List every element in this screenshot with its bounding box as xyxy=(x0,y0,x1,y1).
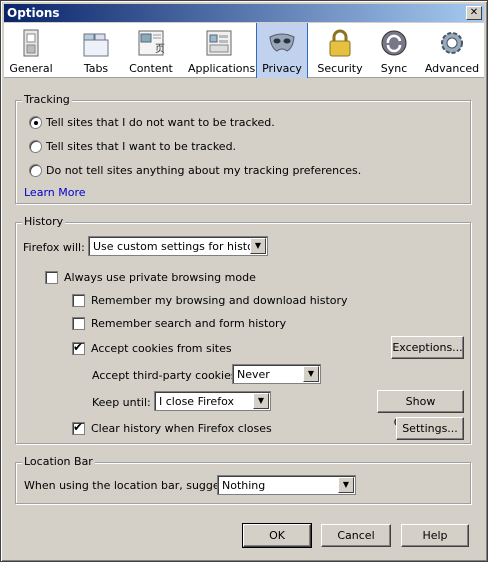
third-party-value: Never xyxy=(237,368,270,381)
learn-more-link[interactable]: Learn More xyxy=(24,186,86,199)
radio-dot xyxy=(34,121,38,125)
ok-button[interactable]: OK xyxy=(242,523,312,548)
radio-no-preference[interactable] xyxy=(29,164,42,177)
tab-applications-label: Applications xyxy=(188,62,256,75)
title-bar[interactable]: Options ✕ xyxy=(4,4,484,22)
applications-icon xyxy=(206,30,232,56)
radio-no-preference-label[interactable]: Do not tell sites anything about my trac… xyxy=(46,164,361,177)
tab-advanced-label: Advanced xyxy=(424,62,480,75)
security-icon xyxy=(329,29,351,57)
history-legend: History xyxy=(22,215,66,228)
tab-advanced[interactable]: Advanced xyxy=(424,23,480,78)
tab-sync[interactable]: Sync xyxy=(374,23,414,78)
tab-security-label: Security xyxy=(317,62,363,75)
suggest-select[interactable]: Nothing ▼ xyxy=(217,475,356,495)
checkmark-icon: ✔ xyxy=(73,340,84,354)
keep-until-label: Keep until: xyxy=(92,396,151,409)
cancel-button[interactable]: Cancel xyxy=(321,524,391,547)
clear-history-label[interactable]: Clear history when Firefox closes xyxy=(91,422,272,435)
settings-button[interactable]: Settings... xyxy=(396,417,464,440)
general-icon xyxy=(23,29,39,57)
accept-cookies-checkbox[interactable]: ✔ xyxy=(72,340,85,355)
show-cookies-button[interactable]: Show Cookies... xyxy=(377,390,464,429)
tabs-icon xyxy=(83,33,109,57)
tab-privacy[interactable]: Privacy xyxy=(256,23,308,78)
tab-sync-label: Sync xyxy=(380,62,408,75)
tab-general[interactable]: General xyxy=(8,23,54,78)
keep-until-value: I close Firefox xyxy=(159,395,234,408)
privacy-icon xyxy=(269,33,295,52)
chevron-down-icon[interactable]: ▼ xyxy=(338,477,354,493)
firefox-will-value: Use custom settings for history xyxy=(93,240,265,253)
accept-cookies-label[interactable]: Accept cookies from sites xyxy=(91,342,232,355)
options-window: Options ✕ General Tabs 页 Content Applica… xyxy=(0,0,488,562)
tab-content[interactable]: 页 Content xyxy=(126,23,176,78)
always-private-label[interactable]: Always use private browsing mode xyxy=(64,271,256,284)
suggest-label: When using the location bar, suggest: xyxy=(24,479,234,492)
tab-security[interactable]: Security xyxy=(314,23,366,78)
window-title: Options xyxy=(7,6,60,20)
chevron-down-icon[interactable]: ▼ xyxy=(250,238,266,254)
tab-content-label: Content xyxy=(129,62,173,75)
history-group: History Firefox will: Use custom setting… xyxy=(15,215,471,444)
radio-do-not-track[interactable] xyxy=(29,116,42,129)
firefox-will-label: Firefox will: xyxy=(23,241,85,254)
keep-until-select[interactable]: I close Firefox ▼ xyxy=(154,391,271,411)
suggest-value: Nothing xyxy=(222,479,266,492)
chevron-down-icon[interactable]: ▼ xyxy=(253,393,269,409)
chevron-down-icon[interactable]: ▼ xyxy=(303,366,319,382)
radio-track[interactable] xyxy=(29,140,42,153)
content-icon: 页 xyxy=(138,30,165,56)
tracking-legend: Tracking xyxy=(22,93,72,106)
exceptions-button[interactable]: Exceptions... xyxy=(391,336,464,359)
help-button[interactable]: Help xyxy=(401,524,469,547)
clear-history-checkbox[interactable]: ✔ xyxy=(72,420,85,435)
tab-tabs[interactable]: Tabs xyxy=(76,23,116,78)
tab-privacy-label: Privacy xyxy=(262,62,302,75)
tab-general-label: General xyxy=(9,62,53,75)
tab-tabs-label: Tabs xyxy=(83,62,109,75)
svg-text:页: 页 xyxy=(155,43,165,55)
preferences-toolbar: General Tabs 页 Content Applications Priv… xyxy=(4,23,484,78)
remember-browsing-checkbox[interactable] xyxy=(72,294,85,307)
radio-track-label[interactable]: Tell sites that I want to be tracked. xyxy=(46,140,236,153)
third-party-select[interactable]: Never ▼ xyxy=(232,364,321,384)
sync-icon xyxy=(381,30,407,56)
tracking-group: Tracking Tell sites that I do not want t… xyxy=(15,93,471,204)
remember-search-label[interactable]: Remember search and form history xyxy=(91,317,286,330)
advanced-icon xyxy=(441,32,463,54)
third-party-label: Accept third-party cookies: xyxy=(92,369,241,382)
remember-browsing-label[interactable]: Remember my browsing and download histor… xyxy=(91,294,348,307)
checkmark-icon: ✔ xyxy=(73,420,84,434)
location-bar-group: Location Bar When using the location bar… xyxy=(15,455,471,504)
tab-applications[interactable]: Applications xyxy=(188,23,256,78)
close-button[interactable]: ✕ xyxy=(466,6,482,20)
always-private-checkbox[interactable] xyxy=(45,271,58,284)
firefox-will-select[interactable]: Use custom settings for history ▼ xyxy=(88,236,268,256)
radio-do-not-track-label[interactable]: Tell sites that I do not want to be trac… xyxy=(46,116,275,129)
remember-search-checkbox[interactable] xyxy=(72,317,85,330)
location-bar-legend: Location Bar xyxy=(22,455,95,468)
